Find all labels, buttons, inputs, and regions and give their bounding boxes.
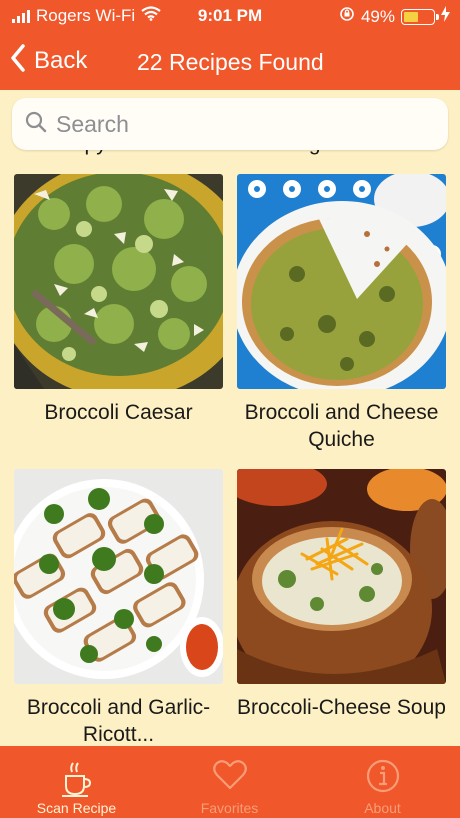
recipe-card[interactable]: Broccoli-Cheese Soup	[237, 469, 446, 721]
search-icon	[24, 110, 48, 139]
tab-about[interactable]: About	[306, 754, 459, 816]
status-bar: Rogers Wi-Fi 9:01 PM 49%	[0, 0, 460, 32]
orientation-lock-icon	[339, 6, 355, 27]
search-input[interactable]	[56, 110, 436, 138]
recipe-name: Broccoli Caesar	[44, 401, 193, 424]
tab-bar: Scan Recipe Favorites About	[0, 746, 460, 818]
recipe-grid[interactable]: Crispy Chees... Bolognese wit...	[0, 90, 460, 746]
chevron-left-icon	[10, 43, 26, 79]
back-label: Back	[34, 47, 88, 74]
scan-recipe-icon	[58, 758, 96, 803]
info-icon	[365, 758, 401, 799]
tab-scan-recipe[interactable]: Scan Recipe	[0, 754, 153, 816]
tab-favorites[interactable]: Favorites	[153, 754, 306, 816]
recipe-card[interactable]: Broccoli and Garlic-Ricott...	[14, 469, 223, 746]
recipe-card[interactable]: Broccoli Caesar	[14, 174, 223, 426]
heart-icon	[212, 758, 248, 797]
tab-label: Favorites	[200, 800, 259, 816]
page-title: 22 Recipes Found	[137, 49, 324, 75]
broccoli-caesar-photo	[14, 174, 223, 389]
broccoli-quiche-photo	[237, 174, 446, 389]
recipe-name: Broccoli and Garlic-Ricott...	[26, 696, 211, 746]
charging-bolt-icon	[441, 6, 450, 27]
recipe-name: Broccoli and Cheese Quiche	[244, 401, 439, 451]
back-button[interactable]: Back	[10, 43, 88, 79]
broccoli-ricotta-toast-photo	[14, 469, 223, 684]
battery-percent: 49%	[360, 6, 395, 26]
broccoli-cheese-soup-photo	[237, 469, 446, 684]
battery-icon	[401, 8, 439, 25]
recipe-name: Broccoli-Cheese Soup	[237, 696, 446, 719]
tab-label: About	[364, 800, 401, 816]
tab-label: Scan Recipe	[36, 800, 117, 816]
search-bar[interactable]	[12, 98, 448, 150]
nav-bar: Back 22 Recipes Found	[0, 32, 460, 90]
recipe-card[interactable]: Broccoli and Cheese Quiche	[237, 174, 446, 453]
